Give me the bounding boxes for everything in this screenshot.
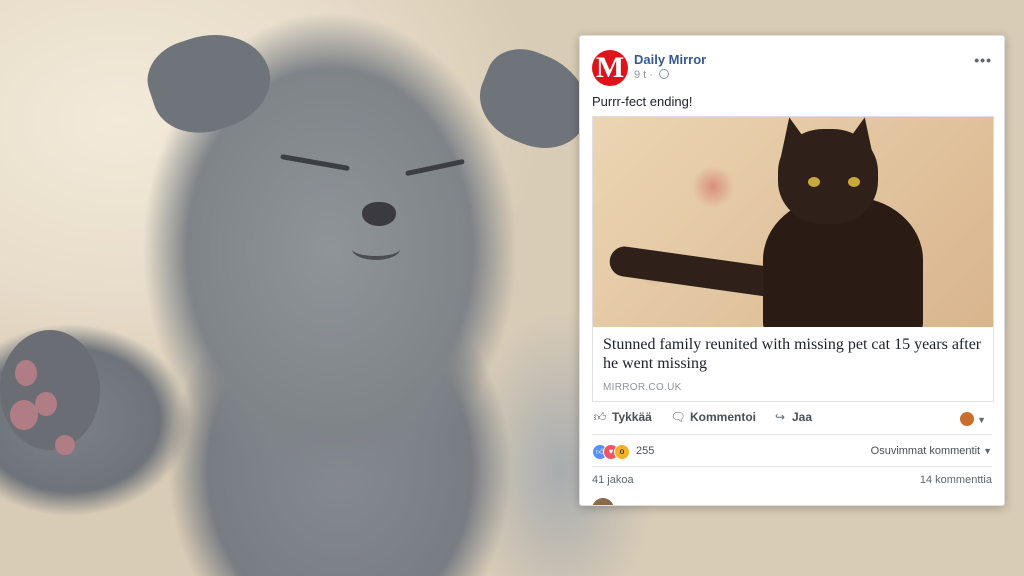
page-name-link[interactable]: Daily Mirror	[634, 52, 706, 67]
link-preview-image[interactable]	[593, 117, 993, 327]
cat-head	[778, 129, 878, 224]
wow-reaction-icon[interactable]: o	[614, 444, 630, 460]
kitten-mouth	[352, 238, 400, 260]
daily-mirror-logo[interactable]: M	[592, 50, 628, 86]
chevron-down-icon: ▼	[977, 415, 986, 425]
thumbs-up-icon: 👍︎	[593, 410, 607, 424]
comment-bubble-icon: 🗨︎	[670, 410, 686, 424]
share-button[interactable]: ↪ Jaa	[772, 410, 812, 424]
avatar	[960, 412, 975, 426]
post-actions-bar: 👍︎ Tykkää 🗨︎ Kommentoi ↪ Jaa ▼	[592, 402, 992, 435]
kitten-nose	[362, 202, 396, 226]
meta-separator: ·	[649, 69, 653, 81]
link-preview[interactable]: Stunned family reunited with missing pet…	[592, 116, 994, 402]
post-stats: 41 jakoa 14 kommenttia	[592, 474, 992, 494]
post-header: M Daily Mirror 9 t · •••	[592, 48, 992, 88]
reactions-bar: 👍︎ ♥ o 255 Osuvimmat kommentit ▼	[592, 436, 992, 467]
link-title[interactable]: Stunned family reunited with missing pet…	[603, 335, 983, 373]
share-count[interactable]: 41 jakoa	[592, 474, 634, 486]
post-time[interactable]: 9 t	[634, 69, 646, 81]
like-label: Tykkää	[612, 410, 652, 424]
chevron-down-icon: ▼	[983, 446, 992, 456]
paw-pad	[35, 392, 57, 416]
comment-count[interactable]: 14 kommenttia	[920, 474, 992, 486]
comment-label: Kommentoi	[690, 410, 756, 424]
paw-pad	[15, 360, 37, 386]
link-domain: MIRROR.CO.UK	[603, 382, 682, 393]
paw-pad	[55, 435, 75, 455]
post-meta: 9 t ·	[634, 69, 670, 81]
paw-pad	[10, 400, 38, 430]
avatar[interactable]	[592, 498, 614, 505]
more-options-icon[interactable]: •••	[974, 52, 992, 68]
share-label: Jaa	[792, 410, 813, 424]
comment-sort-dropdown[interactable]: Osuvimmat kommentit ▼	[871, 445, 992, 457]
cat-eye	[808, 177, 820, 187]
audience-selector[interactable]: ▼	[960, 410, 986, 428]
post-message: Purrr-fect ending!	[592, 94, 693, 109]
cat-eye	[848, 177, 860, 187]
reaction-count[interactable]: 255	[636, 445, 654, 457]
kitten-paw	[0, 330, 100, 450]
like-button[interactable]: 👍︎ Tykkää	[592, 410, 652, 425]
sort-label: Osuvimmat kommentit	[870, 445, 981, 457]
comment-button[interactable]: 🗨︎ Kommentoi	[670, 410, 756, 424]
facebook-post-card: M Daily Mirror 9 t · ••• Purrr-fect endi…	[579, 35, 1005, 506]
globe-icon	[659, 69, 670, 79]
share-arrow-icon: ↪	[774, 410, 786, 424]
